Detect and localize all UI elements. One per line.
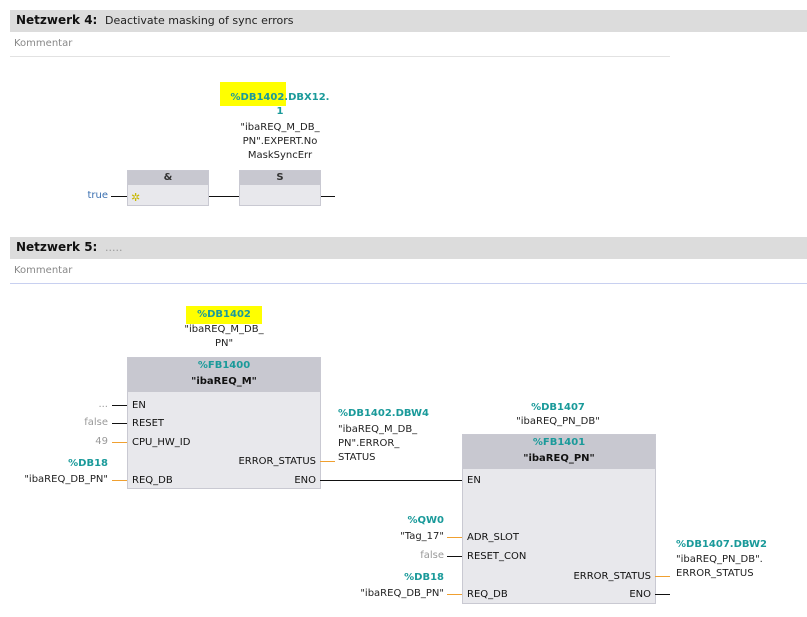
reset-con-wire	[447, 556, 462, 557]
and-set-wire	[209, 196, 239, 197]
operand-symbol-line1: "ibaREQ_M_DB_	[240, 122, 320, 133]
error-status-wire	[320, 461, 335, 462]
pin-error-status[interactable]: ERROR_STATUS	[238, 456, 316, 467]
error-status-wire	[655, 576, 670, 577]
error-status-out-address[interactable]: %DB1407.DBW2	[676, 539, 767, 550]
set-output-wire	[321, 196, 335, 197]
operand-symbol-line3: MaskSyncErr	[247, 150, 313, 161]
fb-ibareq-pn-box[interactable]: %FB1401 "ibaREQ_PN" EN ADR_SLOT RESET_CO…	[462, 434, 656, 604]
cpu-hw-id-value[interactable]: 49	[60, 436, 108, 447]
fb-ibareq-m-box[interactable]: %FB1400 "ibaREQ_M" EN RESET CPU_HW_ID RE…	[127, 357, 321, 489]
pin-adr-slot[interactable]: ADR_SLOT	[467, 532, 519, 543]
pin-reset-con[interactable]: RESET_CON	[467, 551, 526, 562]
network-description[interactable]: Deactivate masking of sync errors	[105, 14, 294, 27]
reset-con-value[interactable]: false	[380, 550, 444, 561]
pin-reset[interactable]: RESET	[132, 418, 164, 429]
and-box-header: &	[128, 171, 208, 185]
error-status-out-address[interactable]: %DB1402.DBW4	[338, 408, 429, 419]
req-db-symbol: "ibaREQ_DB_PN"	[24, 474, 108, 485]
network-description[interactable]: .....	[105, 241, 122, 254]
pin-error-status[interactable]: ERROR_STATUS	[573, 571, 651, 582]
fb-box-header: %FB1401 "ibaREQ_PN"	[463, 435, 655, 469]
reset-value[interactable]: false	[60, 417, 108, 428]
operand-symbol-line2: PN".EXPERT.No	[242, 136, 318, 147]
adr-slot-symbol: "Tag_17"	[400, 531, 444, 542]
req-db-wire	[447, 594, 462, 595]
fb-address: %FB1400	[197, 360, 251, 371]
fb-box-header: %FB1400 "ibaREQ_M"	[128, 358, 320, 392]
en-value[interactable]: ...	[60, 399, 108, 410]
operand-address[interactable]: %DB1402.DBX12.	[220, 92, 340, 103]
fb1-instance-address[interactable]: %DB1402	[164, 309, 284, 320]
fb2-instance-address[interactable]: %DB1407	[498, 402, 618, 413]
pin-eno[interactable]: ENO	[294, 475, 316, 486]
error-status-out-symbol-line3: STATUS	[338, 452, 376, 463]
fb2-instance-symbol: "ibaREQ_PN_DB"	[516, 416, 600, 427]
fb-name: "ibaREQ_M"	[191, 376, 257, 387]
network-title: Netzwerk 5:	[16, 240, 98, 254]
network-comment[interactable]: Kommentar	[10, 35, 670, 57]
set-coil-box[interactable]: S	[239, 170, 321, 206]
cpu-hw-id-wire	[112, 442, 127, 443]
operand-address-bit[interactable]: 1	[220, 106, 340, 117]
and-input-value[interactable]: true	[60, 190, 108, 201]
network-4-header[interactable]: Netzwerk 4: Deactivate masking of sync e…	[10, 10, 807, 32]
and-input-wire	[111, 196, 127, 197]
eno-to-en-wire	[320, 480, 462, 481]
adr-slot-address[interactable]: %QW0	[380, 515, 444, 526]
adr-slot-wire	[447, 537, 462, 538]
reset-wire	[112, 423, 127, 424]
error-status-out-symbol-line1: "ibaREQ_PN_DB".	[676, 554, 763, 565]
fb1-instance-symbol-line1: "ibaREQ_M_DB_	[184, 324, 264, 335]
and-label: &	[163, 172, 173, 183]
set-coil-label: S	[276, 172, 284, 183]
error-status-out-symbol-line2: PN".ERROR_	[338, 438, 400, 449]
error-status-out-symbol-line1: "ibaREQ_M_DB_	[338, 424, 418, 435]
req-db-address[interactable]: %DB18	[380, 572, 444, 583]
pin-cpu-hw-id[interactable]: CPU_HW_ID	[132, 437, 190, 448]
req-db-address[interactable]: %DB18	[20, 458, 108, 469]
pin-en[interactable]: EN	[132, 400, 146, 411]
req-db-symbol: "ibaREQ_DB_PN"	[360, 588, 444, 599]
fb-address: %FB1401	[532, 437, 586, 448]
pin-req-db[interactable]: REQ_DB	[132, 475, 173, 486]
network-title: Netzwerk 4:	[16, 13, 98, 27]
error-status-out-symbol-line2: ERROR_STATUS	[676, 568, 754, 579]
fb-name: "ibaREQ_PN"	[523, 453, 595, 464]
set-coil-header: S	[240, 171, 320, 185]
comment-placeholder: Kommentar	[14, 38, 73, 49]
comment-placeholder: Kommentar	[14, 265, 73, 276]
eno-output-wire	[655, 594, 670, 595]
pin-en[interactable]: EN	[467, 475, 481, 486]
and-box[interactable]: & ✲	[127, 170, 209, 206]
fb1-instance-symbol-line2: PN"	[214, 338, 234, 349]
pin-req-db[interactable]: REQ_DB	[467, 589, 508, 600]
en-wire	[112, 405, 127, 406]
req-db-wire	[112, 480, 127, 481]
pin-eno[interactable]: ENO	[629, 589, 651, 600]
network-comment[interactable]: Kommentar	[10, 262, 807, 284]
and-pin-icon[interactable]: ✲	[131, 191, 140, 204]
network-5-header[interactable]: Netzwerk 5: .....	[10, 237, 807, 259]
